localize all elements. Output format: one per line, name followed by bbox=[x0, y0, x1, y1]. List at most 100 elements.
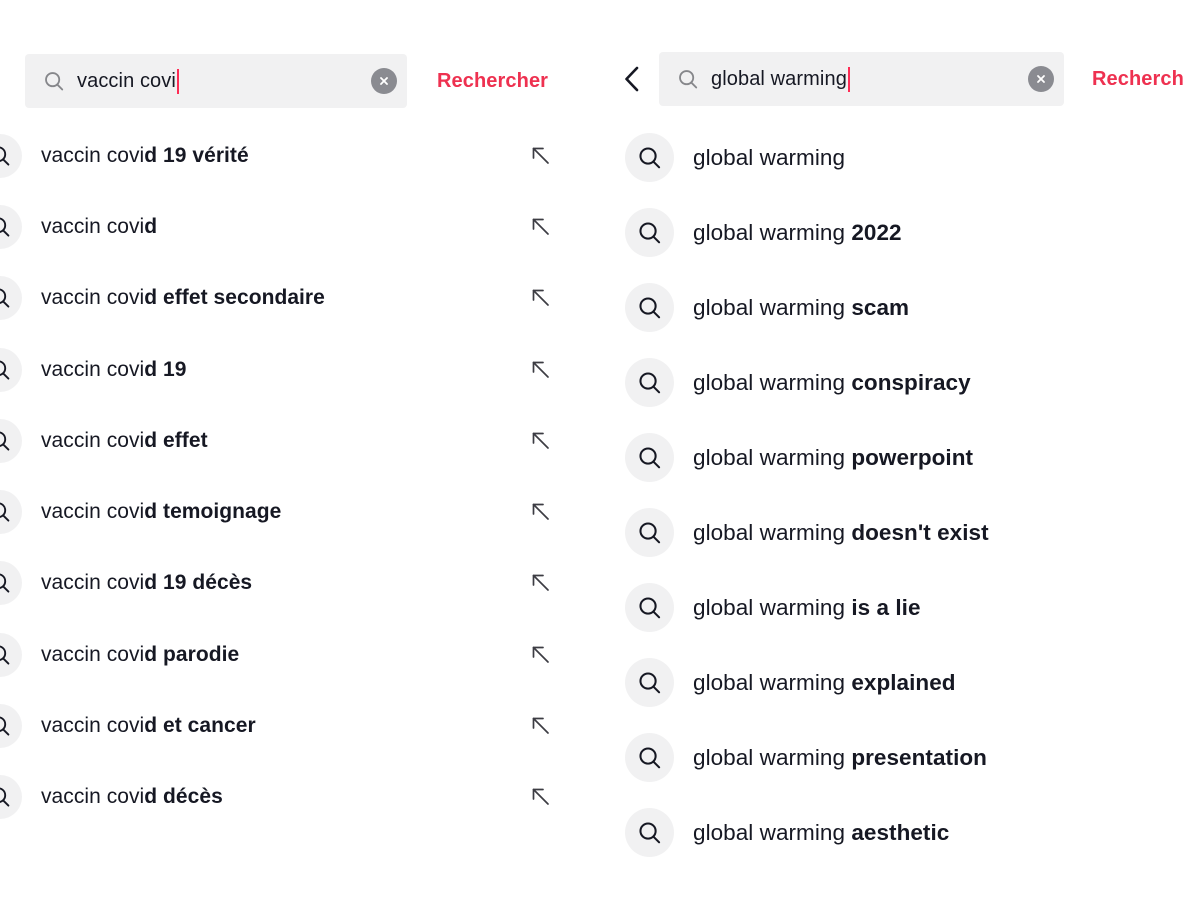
arrow-up-left-icon[interactable] bbox=[528, 357, 554, 383]
right-searchbar-row: global warming Recherch bbox=[617, 52, 1200, 106]
suggestion-completion: d décès bbox=[144, 785, 223, 809]
suggestion-label: vaccin covid décès bbox=[41, 785, 528, 809]
suggestion-row[interactable]: global warming presentation bbox=[600, 720, 1200, 795]
suggestion-completion: d effet bbox=[144, 428, 208, 452]
suggestion-label: global warming 2022 bbox=[693, 220, 1200, 246]
suggestion-row[interactable]: global warming is a lie bbox=[600, 570, 1200, 645]
search-icon bbox=[0, 632, 22, 677]
clear-search-button[interactable] bbox=[371, 68, 397, 94]
suggestion-row[interactable]: vaccin covid 19 bbox=[0, 334, 600, 405]
suggestion-label: vaccin covid parodie bbox=[41, 643, 528, 667]
suggestion-row[interactable]: global warming explained bbox=[600, 645, 1200, 720]
arrow-up-left-icon[interactable] bbox=[528, 214, 554, 240]
suggestion-row[interactable]: global warming powerpoint bbox=[600, 420, 1200, 495]
search-icon bbox=[625, 508, 674, 557]
suggestion-row[interactable]: vaccin covid parodie bbox=[0, 619, 600, 690]
text-caret bbox=[847, 66, 850, 92]
search-icon bbox=[625, 358, 674, 407]
suggestion-label: global warming explained bbox=[693, 670, 1200, 696]
suggestion-typed-prefix: global warming bbox=[693, 594, 846, 620]
left-search-submit-button[interactable]: Rechercher bbox=[437, 70, 548, 93]
left-search-panel: vaccin covi Rechercher vaccin covid 19 v… bbox=[0, 0, 600, 900]
suggestion-label: global warming conspiracy bbox=[693, 370, 1200, 396]
suggestion-completion: d temoignage bbox=[144, 500, 282, 524]
suggestion-completion: d et cancer bbox=[144, 714, 256, 738]
arrow-up-left-icon[interactable] bbox=[528, 499, 554, 525]
suggestion-typed-prefix: global warming bbox=[693, 219, 846, 245]
left-search-field[interactable]: vaccin covi bbox=[25, 54, 407, 108]
suggestion-row[interactable]: global warming 2022 bbox=[600, 195, 1200, 270]
right-search-submit-button[interactable]: Recherch bbox=[1092, 68, 1184, 91]
suggestion-row[interactable]: vaccin covid bbox=[0, 191, 600, 262]
suggestion-label: vaccin covid temoignage bbox=[41, 500, 528, 524]
suggestion-label: vaccin covid effet secondaire bbox=[41, 286, 528, 310]
search-icon bbox=[0, 347, 22, 392]
suggestion-typed-prefix: global warming bbox=[693, 444, 846, 470]
left-searchbar-row: vaccin covi Rechercher bbox=[25, 54, 600, 108]
right-suggestion-list: global warming global warming 2022 global … bbox=[600, 120, 1200, 870]
suggestion-typed-prefix: vaccin covi bbox=[41, 785, 145, 809]
suggestion-label: vaccin covid 19 vérité bbox=[41, 144, 528, 168]
suggestion-completion: d bbox=[144, 214, 158, 238]
suggestion-typed-prefix: vaccin covi bbox=[41, 642, 145, 666]
arrow-up-left-icon[interactable] bbox=[528, 784, 554, 810]
suggestion-label: global warming bbox=[693, 145, 1200, 171]
suggestion-label: global warming aesthetic bbox=[693, 820, 1200, 846]
suggestion-typed-prefix: global warming bbox=[693, 669, 846, 695]
search-icon bbox=[0, 418, 22, 463]
suggestion-completion: d 19 vérité bbox=[144, 143, 249, 167]
arrow-up-left-icon[interactable] bbox=[528, 570, 554, 596]
suggestion-row[interactable]: global warming scam bbox=[600, 270, 1200, 345]
suggestion-label: vaccin covid 19 décès bbox=[41, 571, 528, 595]
suggestion-row[interactable]: vaccin covid et cancer bbox=[0, 690, 600, 761]
suggestion-label: vaccin covid effet bbox=[41, 429, 528, 453]
suggestion-typed-prefix: vaccin covi bbox=[41, 500, 145, 524]
suggestion-completion: aesthetic bbox=[845, 819, 950, 845]
search-icon bbox=[0, 775, 22, 820]
chevron-left-icon[interactable] bbox=[617, 64, 647, 94]
left-search-input[interactable]: vaccin covi bbox=[77, 71, 176, 91]
arrow-up-left-icon[interactable] bbox=[528, 428, 554, 454]
suggestion-label: global warming scam bbox=[693, 295, 1200, 321]
suggestion-row[interactable]: vaccin covid temoignage bbox=[0, 476, 600, 547]
arrow-up-left-icon[interactable] bbox=[528, 143, 554, 169]
suggestion-label: vaccin covid bbox=[41, 215, 528, 239]
right-search-input[interactable]: global warming bbox=[711, 69, 847, 89]
suggestion-row[interactable]: global warming conspiracy bbox=[600, 345, 1200, 420]
text-caret bbox=[176, 68, 179, 94]
arrow-up-left-icon[interactable] bbox=[528, 713, 554, 739]
suggestion-completion: d effet secondaire bbox=[144, 286, 325, 310]
right-search-input-wrap[interactable]: global warming bbox=[711, 52, 1020, 106]
suggestion-row[interactable]: global warming bbox=[600, 120, 1200, 195]
search-icon bbox=[0, 490, 22, 535]
left-search-input-wrap[interactable]: vaccin covi bbox=[77, 54, 363, 108]
search-icon bbox=[625, 283, 674, 332]
suggestion-label: global warming powerpoint bbox=[693, 445, 1200, 471]
suggestion-completion: d 19 décès bbox=[144, 571, 253, 595]
clear-search-button[interactable] bbox=[1028, 66, 1054, 92]
search-icon bbox=[625, 658, 674, 707]
suggestion-completion: d 19 bbox=[144, 357, 187, 381]
suggestion-label: vaccin covid 19 bbox=[41, 358, 528, 382]
arrow-up-left-icon[interactable] bbox=[528, 642, 554, 668]
suggestion-row[interactable]: global warming aesthetic bbox=[600, 795, 1200, 870]
suggestion-row[interactable]: vaccin covid décès bbox=[0, 762, 600, 833]
suggestion-row[interactable]: vaccin covid 19 décès bbox=[0, 548, 600, 619]
suggestion-typed-prefix: global warming bbox=[693, 519, 846, 545]
left-suggestion-list: vaccin covid 19 vérité vaccin covid vaccin… bbox=[0, 120, 600, 833]
search-icon bbox=[0, 276, 22, 321]
search-icon bbox=[625, 433, 674, 482]
suggestion-row[interactable]: global warming doesn't exist bbox=[600, 495, 1200, 570]
suggestion-row[interactable]: vaccin covid effet bbox=[0, 405, 600, 476]
screenshot-root: vaccin covi Rechercher vaccin covid 19 v… bbox=[0, 0, 1200, 900]
suggestion-label: global warming doesn't exist bbox=[693, 520, 1200, 546]
search-icon bbox=[625, 133, 674, 182]
suggestion-typed-prefix: vaccin covi bbox=[41, 357, 145, 381]
suggestion-row[interactable]: vaccin covid effet secondaire bbox=[0, 263, 600, 334]
arrow-up-left-icon[interactable] bbox=[528, 285, 554, 311]
suggestion-row[interactable]: vaccin covid 19 vérité bbox=[0, 120, 600, 191]
right-search-field[interactable]: global warming bbox=[659, 52, 1064, 106]
suggestion-completion: d parodie bbox=[144, 642, 240, 666]
suggestion-typed-prefix: vaccin covi bbox=[41, 428, 145, 452]
suggestion-typed-prefix: vaccin covi bbox=[41, 286, 145, 310]
